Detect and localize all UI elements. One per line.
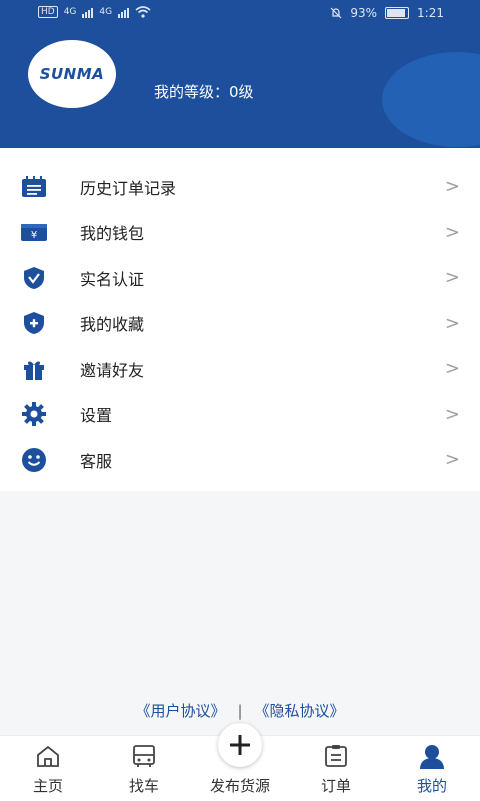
- profile-header: HD 4G 4G 93% 1:21 SUNMA 我的等级：0级: [0, 0, 480, 148]
- menu-label: 邀请好友: [80, 360, 145, 380]
- battery-icon: [385, 7, 410, 19]
- verified-shield-icon: [20, 266, 48, 290]
- chevron-right-icon: >: [444, 403, 460, 425]
- company-logo: SUNMA: [28, 40, 116, 108]
- menu-label: 我的收藏: [80, 315, 145, 335]
- signal-icon: [82, 6, 94, 18]
- level-value: 0级: [229, 83, 254, 101]
- menu-label: 设置: [80, 406, 113, 426]
- profile-menu: 历史订单记录 > ¥ 我的钱包 > 实名认证 > 我的收藏 > 邀请好友 > 设…: [0, 148, 480, 491]
- user-agreement-link[interactable]: 《用户协议》: [135, 702, 225, 720]
- tab-label: 发布货源: [209, 777, 270, 795]
- chevron-right-icon: >: [444, 176, 460, 198]
- status-bar: HD 4G 4G 93% 1:21: [0, 0, 480, 30]
- chevron-right-icon: >: [444, 358, 460, 380]
- tab-mine[interactable]: 我的: [384, 736, 480, 801]
- link-separator: |: [237, 702, 243, 720]
- shield-plus-icon: [20, 311, 48, 335]
- wallet-icon: ¥: [20, 220, 48, 244]
- menu-item-verification[interactable]: 实名认证 >: [0, 255, 480, 301]
- menu-item-settings[interactable]: 设置 >: [0, 392, 480, 438]
- chevron-right-icon: >: [444, 312, 460, 334]
- plus-icon: [230, 735, 250, 755]
- chevron-right-icon: >: [444, 221, 460, 243]
- menu-item-order-history[interactable]: 历史订单记录 >: [0, 164, 480, 210]
- menu-label: 实名认证: [80, 269, 145, 289]
- member-level: 我的等级：0级: [154, 81, 254, 102]
- smiley-icon: [20, 447, 48, 472]
- gear-icon: [20, 402, 48, 427]
- mute-icon: [330, 7, 342, 19]
- menu-label: 历史订单记录: [80, 178, 177, 198]
- status-right: 93% 1:21: [330, 6, 444, 20]
- tab-label: 找车: [128, 777, 159, 795]
- chevron-right-icon: >: [444, 267, 460, 289]
- network-tag-1: 4G: [63, 7, 77, 17]
- signal-icon-2: [118, 6, 130, 18]
- level-label: 我的等级：: [154, 83, 230, 101]
- menu-label: 我的钱包: [80, 224, 145, 244]
- status-left: HD 4G 4G: [38, 6, 151, 18]
- wifi-icon: [135, 6, 151, 18]
- bus-icon: [133, 745, 155, 767]
- tab-home[interactable]: 主页: [0, 736, 96, 801]
- clipboard-icon: [325, 745, 347, 767]
- logo-text: SUNMA: [39, 65, 105, 83]
- tab-label: 订单: [320, 777, 351, 795]
- tab-label: 主页: [32, 777, 63, 795]
- hd-badge: HD: [38, 6, 58, 18]
- menu-item-customer-service[interactable]: 客服 >: [0, 437, 480, 483]
- tab-label: 我的: [416, 777, 447, 795]
- tab-orders[interactable]: 订单: [288, 736, 384, 801]
- privacy-policy-link[interactable]: 《隐私协议》: [255, 702, 345, 720]
- user-icon: [420, 745, 444, 769]
- menu-item-invite[interactable]: 邀请好友 >: [0, 346, 480, 392]
- agreement-links: 《用户协议》 | 《隐私协议》: [0, 700, 480, 721]
- home-icon: [37, 745, 59, 767]
- tab-find-vehicle[interactable]: 找车: [96, 736, 192, 801]
- menu-item-favorites[interactable]: 我的收藏 >: [0, 301, 480, 347]
- svg-text:¥: ¥: [31, 230, 37, 241]
- calendar-list-icon: [20, 175, 48, 199]
- gift-icon: [20, 357, 48, 381]
- decorative-bubble: [382, 52, 480, 147]
- menu-label: 客服: [80, 451, 113, 471]
- publish-plus-button[interactable]: [218, 723, 262, 767]
- clock: 1:21: [417, 6, 444, 20]
- menu-item-wallet[interactable]: ¥ 我的钱包 >: [0, 210, 480, 256]
- chevron-right-icon: >: [444, 449, 460, 471]
- battery-percent: 93%: [350, 6, 378, 20]
- network-tag-2: 4G: [99, 7, 113, 17]
